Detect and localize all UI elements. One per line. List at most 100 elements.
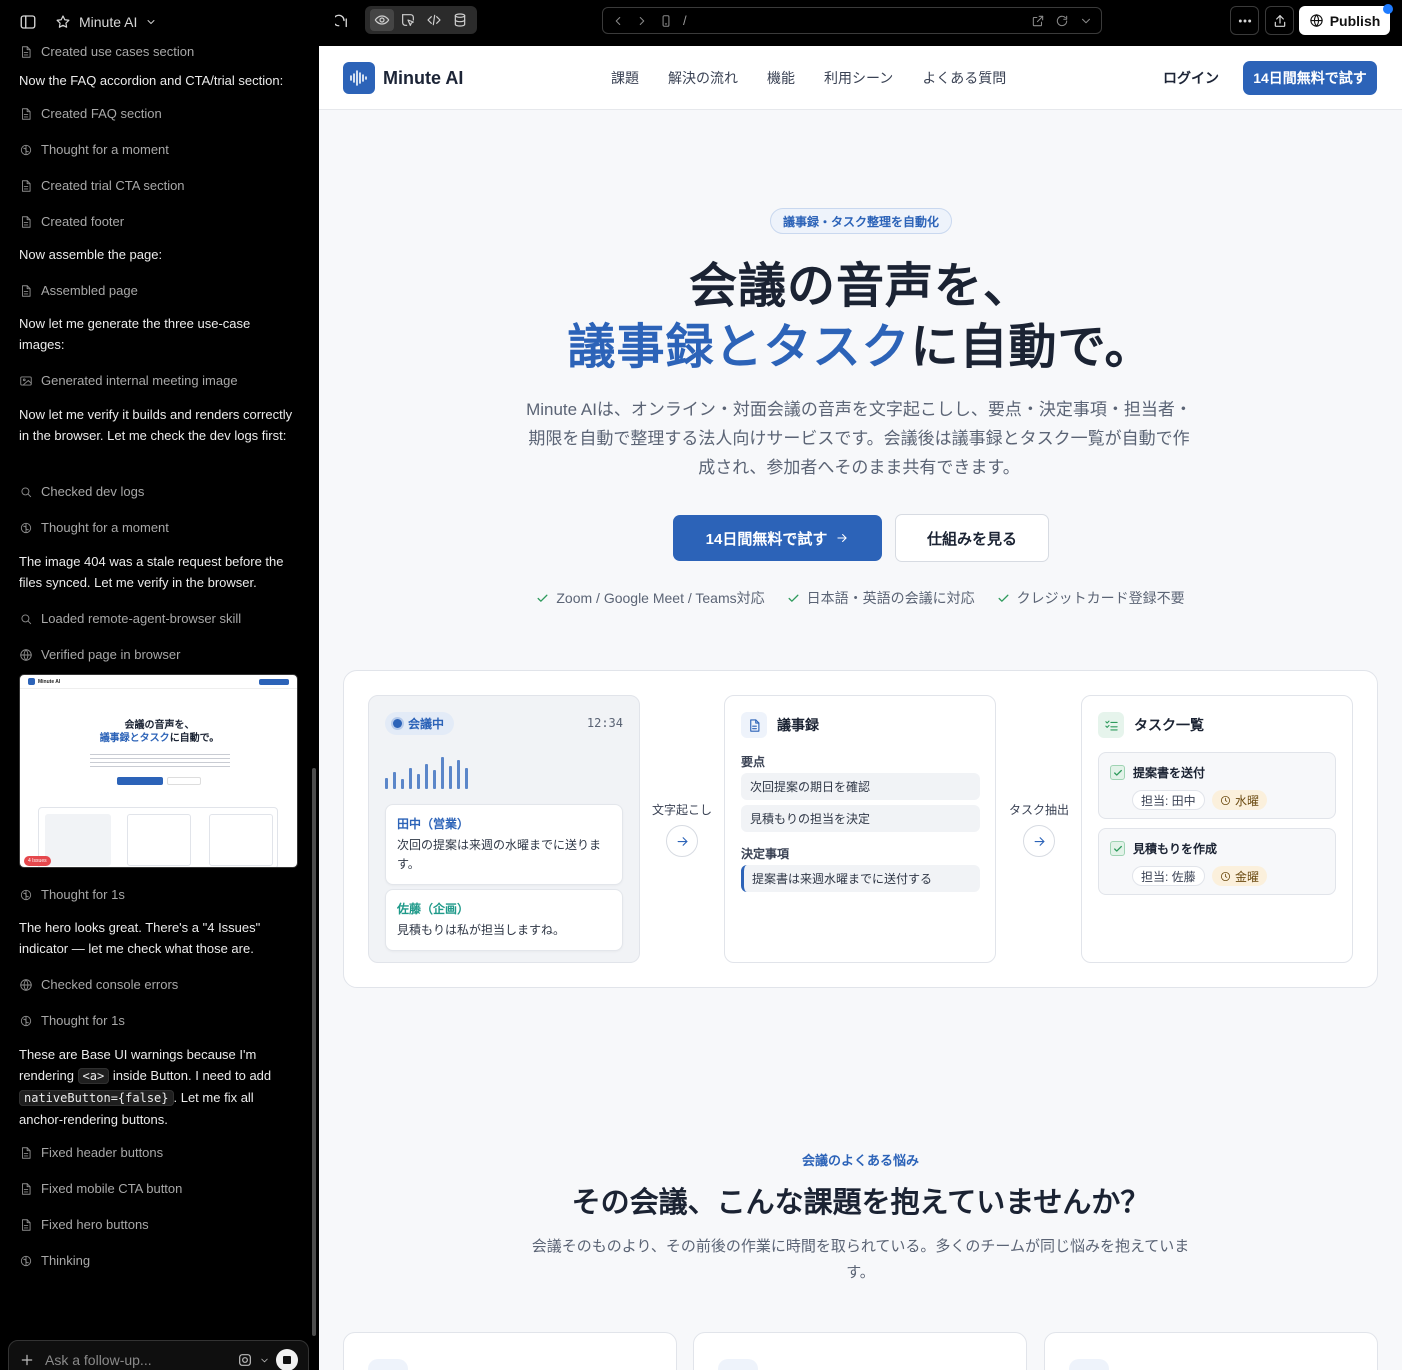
- publish-label: Publish: [1329, 12, 1381, 29]
- chevron-down-icon[interactable]: [1079, 14, 1093, 28]
- chat-action-item[interactable]: Thought for 1s: [19, 1013, 125, 1028]
- preview-eye-icon[interactable]: [370, 9, 394, 31]
- device-phone-icon[interactable]: [659, 14, 673, 28]
- task-title-row: 提案書を送付: [1110, 764, 1205, 781]
- task-title: 見積もりを作成: [1133, 842, 1218, 856]
- thumb-logo-icon: [28, 678, 35, 685]
- stop-generation-button[interactable]: [276, 1349, 298, 1370]
- chat-action-item[interactable]: Thought for a moment: [19, 520, 169, 535]
- check-icon: [1113, 844, 1123, 854]
- hero-trial-button[interactable]: 14日間無料で試す: [673, 515, 882, 561]
- how-it-works-button[interactable]: 仕組みを見る: [895, 514, 1049, 562]
- nav-item-use-cases[interactable]: 利用シーン: [824, 68, 893, 88]
- search-icon: [19, 612, 33, 626]
- file-icon: [19, 107, 33, 121]
- waveform-bar: [441, 757, 444, 789]
- task-extraction-step-label: タスク抽出: [1008, 803, 1069, 817]
- chat-action-item[interactable]: Assembled page: [19, 283, 138, 298]
- task-checkbox[interactable]: [1110, 841, 1125, 856]
- image-icon: [19, 374, 33, 388]
- thumb-brand: Minute AI: [38, 678, 61, 685]
- brain-icon: [19, 143, 33, 157]
- transcript-text: 次回の提案は来週の水曜までに送ります。: [397, 838, 602, 871]
- nav-item-features[interactable]: 機能: [767, 68, 795, 88]
- hero-trial-label: 14日間無料で試す: [705, 530, 828, 548]
- waveform-bar: [425, 764, 428, 789]
- follow-up-input[interactable]: Ask a follow-up...: [8, 1340, 309, 1370]
- point-item: 見積もりの担当を決定: [741, 805, 980, 832]
- chat-message: Now let me verify it builds and renders …: [19, 407, 293, 443]
- decisions-heading: 決定事項: [741, 847, 790, 861]
- chat-action-item[interactable]: Thought for 1s: [19, 887, 125, 902]
- header-trial-button[interactable]: 14日間無料で試す: [1243, 61, 1377, 95]
- chat-action-item[interactable]: Checked dev logs: [19, 484, 144, 499]
- site-logo[interactable]: Minute AI: [343, 62, 463, 94]
- chat-action-item[interactable]: Fixed hero buttons: [19, 1217, 149, 1232]
- login-link[interactable]: ログイン: [1163, 68, 1219, 88]
- publish-button[interactable]: Publish: [1299, 6, 1390, 35]
- problems-title: その会議、こんな課題を抱えていませんか？: [571, 1185, 1150, 1219]
- chat-action-item[interactable]: Verified page in browser: [19, 647, 180, 662]
- open-external-icon[interactable]: [1031, 14, 1045, 28]
- problems-description: 会議そのものより、その前後の作業に時間を取られている。多くのチームが同じ悩みを抱…: [531, 1238, 1190, 1281]
- code-icon[interactable]: [422, 9, 446, 31]
- chat-action-item[interactable]: Created FAQ section: [19, 106, 162, 121]
- check-item: クレジットカード登録不要: [997, 588, 1185, 608]
- project-selector[interactable]: Minute AI: [55, 11, 157, 33]
- speaker-name: 佐藤（企画）: [397, 902, 470, 916]
- waveform-bar: [417, 774, 420, 789]
- waveform-bar: [401, 779, 404, 789]
- hero-title-highlight: 議事録とタスク: [567, 319, 911, 375]
- site-header: Minute AI 課題 解決の流れ 機能 利用シーン よくある質問 ログイン …: [319, 46, 1402, 110]
- chat-action-item[interactable]: Created trial CTA section: [19, 178, 185, 193]
- chat-action-item[interactable]: Checked console errors: [19, 977, 178, 992]
- browser-screenshot-thumbnail[interactable]: Minute AI 会議の音声を、 議事録とタスクに自動で。 4 Issues: [19, 674, 298, 868]
- thumb-cta: [259, 678, 289, 685]
- thumb-cta-secondary: [167, 777, 201, 785]
- points-heading: 要点: [741, 755, 766, 769]
- forward-arrow-icon[interactable]: [635, 14, 649, 28]
- brain-icon: [19, 1254, 33, 1268]
- search-icon: [19, 485, 33, 499]
- chat-action-item[interactable]: Thinking: [19, 1253, 90, 1268]
- check-item: 日本語・英語の会議に対応: [787, 588, 975, 608]
- refresh-icon[interactable]: [1055, 14, 1069, 28]
- plus-icon[interactable]: [19, 1352, 35, 1368]
- meeting-status-badge: 会議中: [385, 712, 455, 735]
- chat-scrollbar[interactable]: [312, 768, 316, 1336]
- chat-action-item[interactable]: Created footer: [19, 214, 124, 229]
- chat-action-item[interactable]: Created use cases section: [19, 46, 194, 59]
- chevron-down-icon[interactable]: [259, 1355, 270, 1366]
- document-icon: [741, 712, 767, 738]
- problem-card-icon: [1069, 1359, 1109, 1370]
- back-arrow-icon[interactable]: [611, 14, 625, 28]
- model-selector-icon[interactable]: [237, 1352, 253, 1368]
- chat-action-item[interactable]: Loaded remote-agent-browser skill: [19, 611, 241, 626]
- star-icon[interactable]: [55, 14, 71, 30]
- nav-item-issues[interactable]: 課題: [611, 68, 639, 88]
- thumb-title-line1: 会議の音声を、: [124, 720, 195, 731]
- thumb-title-rest: に自動で。: [169, 733, 220, 744]
- point-item: 次回提案の期日を確認: [741, 773, 980, 800]
- design-cursor-icon[interactable]: [396, 9, 420, 31]
- chat-message: These are Base UI warnings because I'm r…: [19, 1044, 299, 1130]
- chat-action-item[interactable]: Fixed header buttons: [19, 1145, 163, 1160]
- task-checkbox[interactable]: [1110, 765, 1125, 780]
- toggle-sidebar-button[interactable]: [18, 12, 38, 32]
- waveform-bar: [385, 778, 388, 789]
- nav-item-faq[interactable]: よくある質問: [922, 68, 1006, 88]
- thumb-meeting-panel: [45, 814, 111, 866]
- more-options-button[interactable]: [1230, 6, 1259, 35]
- chat-action-item[interactable]: Fixed mobile CTA button: [19, 1181, 182, 1196]
- nav-item-flow[interactable]: 解決の流れ: [668, 68, 738, 88]
- file-icon: [19, 284, 33, 298]
- file-icon: [19, 1182, 33, 1196]
- share-button[interactable]: [1265, 6, 1294, 35]
- follow-up-placeholder[interactable]: Ask a follow-up...: [45, 1352, 152, 1368]
- url-bar[interactable]: /: [602, 7, 1102, 34]
- database-icon[interactable]: [448, 9, 472, 31]
- url-path[interactable]: /: [683, 13, 687, 28]
- chat-action-item[interactable]: Generated internal meeting image: [19, 373, 238, 388]
- agent-mode-button[interactable]: [334, 12, 354, 32]
- chat-action-item[interactable]: Thought for a moment: [19, 142, 169, 157]
